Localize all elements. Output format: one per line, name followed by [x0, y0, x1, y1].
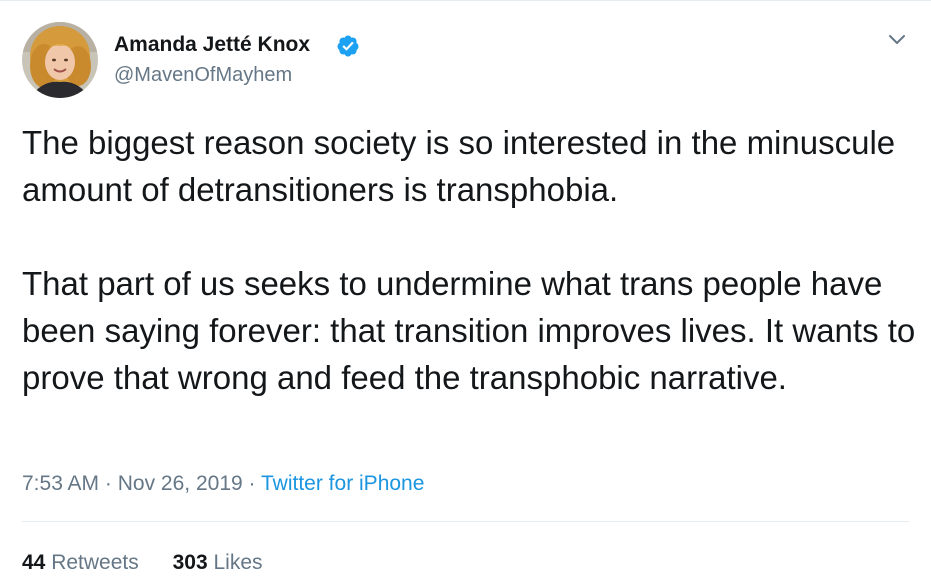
meta-separator: · — [248, 472, 256, 495]
author-handle[interactable]: @MavenOfMayhem — [114, 64, 292, 87]
likes-count: 303 — [172, 551, 208, 574]
tweet-paragraph: The biggest reason society is so interes… — [22, 124, 896, 208]
tweet-metadata: 7:53 AM · Nov 26, 2019 · Twitter for iPh… — [22, 472, 424, 496]
likes-label: Likes — [213, 551, 263, 574]
meta-separator: · — [104, 472, 112, 495]
tweet-stats: 44 Retweets 303 Likes — [22, 551, 291, 575]
verified-badge-icon — [337, 35, 359, 57]
tweet-time[interactable]: 7:53 AM — [22, 472, 99, 495]
tweet-source-link[interactable]: Twitter for iPhone — [261, 472, 424, 495]
avatar[interactable] — [22, 22, 98, 98]
retweets-label: Retweets — [51, 551, 139, 574]
tweet-date[interactable]: Nov 26, 2019 — [118, 472, 243, 495]
top-divider — [0, 0, 931, 1]
tweet-paragraph: That part of us seeks to undermine what … — [22, 265, 916, 396]
chevron-down-icon[interactable] — [884, 29, 910, 51]
retweets-stat[interactable]: 44 Retweets — [22, 551, 139, 574]
tweet-text: The biggest reason society is so interes… — [22, 119, 917, 401]
avatar-photo — [22, 22, 98, 98]
retweets-count: 44 — [22, 551, 46, 574]
tweet-card: Amanda Jetté Knox @MavenOfMayhem The big… — [0, 0, 931, 588]
author-display-name[interactable]: Amanda Jetté Knox — [114, 33, 310, 57]
stats-divider — [22, 521, 909, 522]
likes-stat[interactable]: 303 Likes — [173, 551, 263, 574]
